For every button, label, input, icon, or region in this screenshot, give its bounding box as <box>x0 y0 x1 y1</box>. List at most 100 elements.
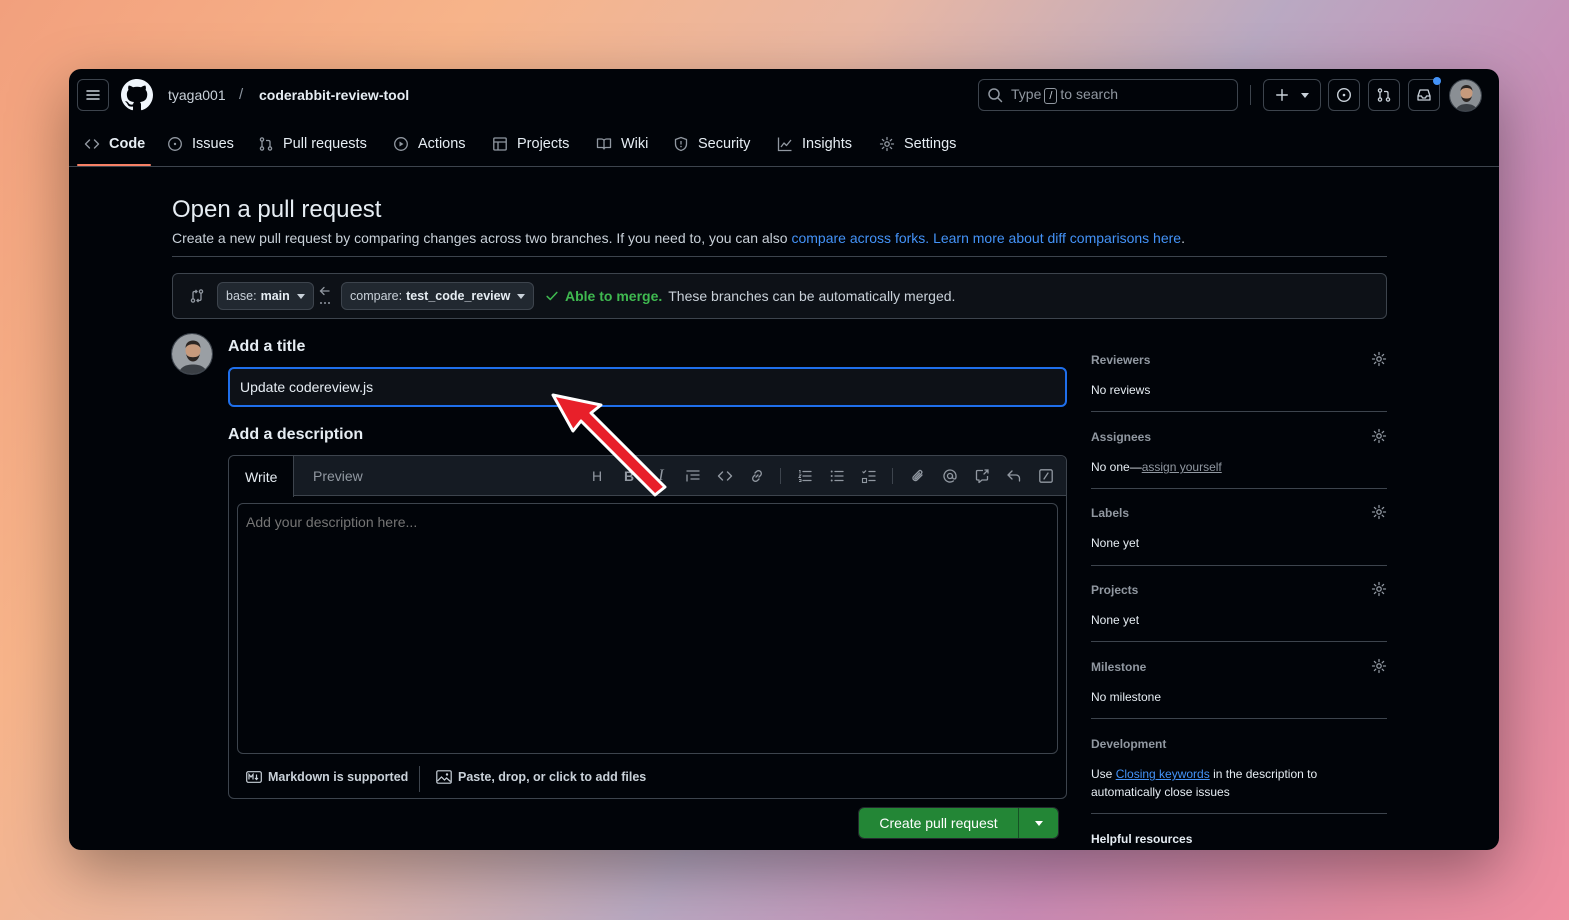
unordered-list-button[interactable] <box>826 465 848 487</box>
compare-forks-link[interactable]: compare across forks. <box>791 230 929 246</box>
table-icon <box>493 137 507 151</box>
tab-write[interactable]: Write <box>229 456 295 497</box>
base-prefix: base: <box>226 289 257 303</box>
author-avatar <box>171 333 213 375</box>
pull-requests-button[interactable] <box>1368 79 1400 111</box>
sidebar-divider <box>1091 813 1387 814</box>
sidebar-projects: Projects None yet <box>1091 581 1387 629</box>
image-icon <box>436 770 452 784</box>
tab-preview[interactable]: Preview <box>297 456 379 496</box>
play-icon <box>394 137 408 151</box>
graph-icon <box>777 137 792 152</box>
tab-code[interactable]: Code <box>84 133 145 155</box>
task-list-button[interactable] <box>858 465 880 487</box>
issue-opened-icon <box>1336 87 1352 103</box>
compare-branch-select[interactable]: compare: test_code_review <box>341 282 535 310</box>
mention-button[interactable] <box>939 465 961 487</box>
tab-label: Code <box>109 136 146 152</box>
toolbar-divider <box>780 468 781 484</box>
merge-detail-text: These branches can be automatically merg… <box>668 288 956 304</box>
mention-icon <box>943 469 957 483</box>
create-pull-request-group: Create pull request <box>858 807 1059 839</box>
attach-button[interactable] <box>907 465 929 487</box>
search-prefix: Type <box>1011 86 1042 102</box>
search-suffix: to search <box>1060 86 1119 102</box>
create-options-dropdown[interactable] <box>1018 808 1058 838</box>
chevron-down-icon <box>1034 820 1043 826</box>
branch-compare-bar: base: main compare: test_code_review Able … <box>172 273 1387 319</box>
tab-label: Insights <box>802 136 852 152</box>
tab-label: Issues <box>192 136 234 152</box>
divider <box>172 256 1387 257</box>
base-value: main <box>260 289 290 303</box>
tab-pull-requests[interactable]: Pull requests <box>258 133 367 155</box>
assignees-none: No one— <box>1091 460 1142 474</box>
subtitle-text: Create a new pull request by comparing c… <box>172 230 792 246</box>
learn-more-link[interactable]: Learn more about diff comparisons here <box>933 230 1181 246</box>
cross-reference-icon <box>975 469 989 484</box>
hamburger-menu-button[interactable] <box>77 79 109 111</box>
sidebar-divider <box>1091 411 1387 412</box>
compare-prefix: compare: <box>350 289 403 303</box>
tab-label: Projects <box>517 136 570 152</box>
github-mark-icon <box>121 79 153 111</box>
toolbar-divider <box>892 468 893 484</box>
arrow-left-icon <box>319 286 330 304</box>
github-logo[interactable] <box>121 79 153 111</box>
list-ordered-icon <box>798 470 812 482</box>
repo-name-link[interactable]: coderabbit-review-tool <box>259 87 409 103</box>
create-pull-request-button[interactable]: Create pull request <box>859 808 1018 838</box>
gear-icon[interactable] <box>1371 504 1387 520</box>
merge-ok-text: Able to merge. <box>565 288 663 304</box>
development-prefix: Use <box>1091 767 1116 781</box>
markdown-note: Markdown is supported <box>268 770 409 784</box>
title-label: Add a title <box>228 338 306 355</box>
description-editor: Write Preview H B I Add your description… <box>228 455 1067 799</box>
user-avatar-icon <box>1450 80 1481 111</box>
sidebar-reviewers: Reviewers No reviews <box>1091 351 1387 399</box>
user-avatar-icon <box>172 334 212 374</box>
avatar[interactable] <box>1449 79 1482 112</box>
sidebar-value: None yet <box>1091 536 1140 550</box>
subtitle-end: . <box>1181 230 1185 246</box>
gear-icon[interactable] <box>1371 581 1387 597</box>
repo-owner-link[interactable]: tyaga001 <box>168 87 226 103</box>
sidebar-value: Use Closing keywords in the description … <box>1091 765 1351 801</box>
files-note: Paste, drop, or click to add files <box>458 770 647 784</box>
tab-settings[interactable]: Settings <box>879 133 956 155</box>
link-button[interactable] <box>746 465 768 487</box>
base-branch-select[interactable]: base: main <box>217 282 314 310</box>
gear-icon[interactable] <box>1371 658 1387 674</box>
tab-issues[interactable]: Issues <box>167 133 234 155</box>
repo-nav: Code Issues Pull requests Actions Projec… <box>69 121 1499 167</box>
tab-wiki[interactable]: Wiki <box>596 133 648 155</box>
issues-button[interactable] <box>1328 79 1360 111</box>
closing-keywords-link[interactable]: Closing keywords <box>1116 767 1210 781</box>
sidebar-milestone: Milestone No milestone <box>1091 658 1387 706</box>
sidebar-labels: Labels None yet <box>1091 504 1387 552</box>
slash-commands-button[interactable] <box>1035 465 1057 487</box>
gear-icon[interactable] <box>1371 428 1387 444</box>
gear-icon[interactable] <box>1371 351 1387 367</box>
description-textarea[interactable] <box>237 503 1058 754</box>
tab-insights[interactable]: Insights <box>777 133 852 155</box>
reference-button[interactable] <box>971 465 993 487</box>
tab-security[interactable]: Security <box>673 133 750 155</box>
tab-actions[interactable]: Actions <box>393 133 466 155</box>
search-input[interactable]: Type / to search <box>978 79 1238 111</box>
add-files-button[interactable]: Paste, drop, or click to add files <box>436 770 646 784</box>
footer-divider <box>419 766 420 792</box>
slash-square-icon <box>1039 469 1053 483</box>
shield-icon <box>674 136 688 152</box>
create-new-button[interactable] <box>1263 79 1321 111</box>
tab-projects[interactable]: Projects <box>492 133 569 155</box>
markdown-support-link[interactable]: Markdown is supported <box>246 770 408 784</box>
sidebar-value: No milestone <box>1091 690 1162 704</box>
ordered-list-button[interactable] <box>794 465 816 487</box>
sidebar-helpful-resources: Helpful resources <box>1091 832 1387 846</box>
assign-yourself-link[interactable]: assign yourself <box>1142 460 1222 474</box>
sidebar-title: Projects <box>1091 583 1139 597</box>
book-icon <box>596 138 612 150</box>
saved-reply-button[interactable] <box>1003 465 1025 487</box>
search-placeholder: Type / to search <box>1011 86 1118 104</box>
